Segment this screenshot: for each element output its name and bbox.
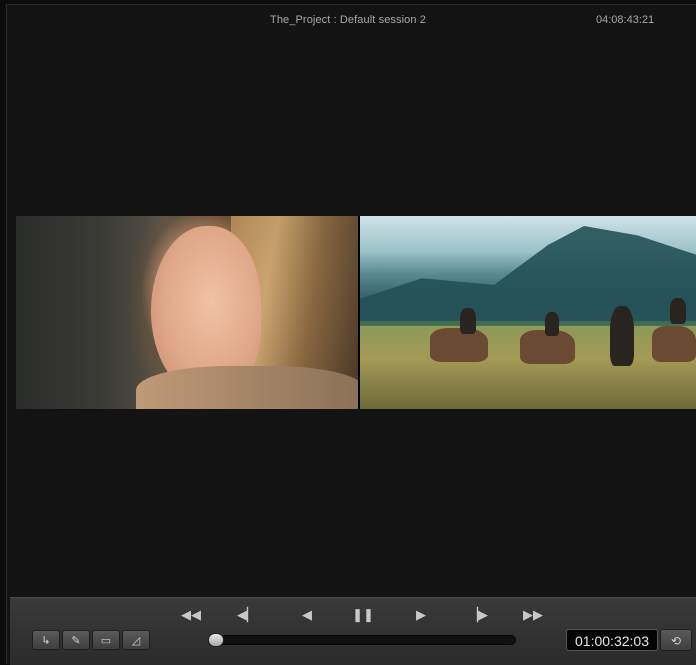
rider: [610, 306, 634, 366]
pause-button[interactable]: ❚❚: [350, 606, 376, 624]
horse: [430, 328, 488, 362]
clip-portrait-woman: [16, 216, 358, 409]
clip-riders-landscape: [360, 216, 696, 409]
session-title: The_Project : Default session 2: [270, 14, 426, 26]
transport-bar: ◀◀ ◀▏ ◀ ❚❚ ▶ ▕▶ ▶▶ ↳ ✎ ▭ ◿ 01:00:32:03 ⟲: [10, 597, 696, 665]
horse: [652, 326, 696, 362]
rider: [670, 298, 686, 324]
pen-icon[interactable]: ✎: [62, 630, 90, 650]
fast-forward-button[interactable]: ▶▶: [520, 606, 546, 624]
play-button[interactable]: ▶: [408, 606, 434, 624]
rewind-button[interactable]: ◀◀: [178, 606, 204, 624]
reverse-arrow-icon[interactable]: ↳: [32, 630, 60, 650]
brush-icon[interactable]: ◿: [122, 630, 150, 650]
video-viewer[interactable]: [16, 216, 696, 409]
source-timecode: 04:08:43:21: [596, 14, 655, 26]
step-forward-button[interactable]: ▕▶: [465, 606, 491, 624]
scrubber-handle[interactable]: [208, 633, 224, 647]
mountain-area: [360, 226, 696, 321]
scrubber-track[interactable]: [208, 635, 516, 645]
rider: [545, 312, 559, 336]
monitor-icon[interactable]: ▭: [92, 630, 120, 650]
step-back-button[interactable]: ◀▏: [234, 606, 260, 624]
loop-icon[interactable]: ⟲: [660, 629, 692, 651]
rider: [460, 308, 476, 334]
shoulder-area: [136, 366, 358, 409]
record-timecode[interactable]: 01:00:32:03: [566, 629, 658, 651]
play-reverse-button[interactable]: ◀: [294, 606, 320, 624]
